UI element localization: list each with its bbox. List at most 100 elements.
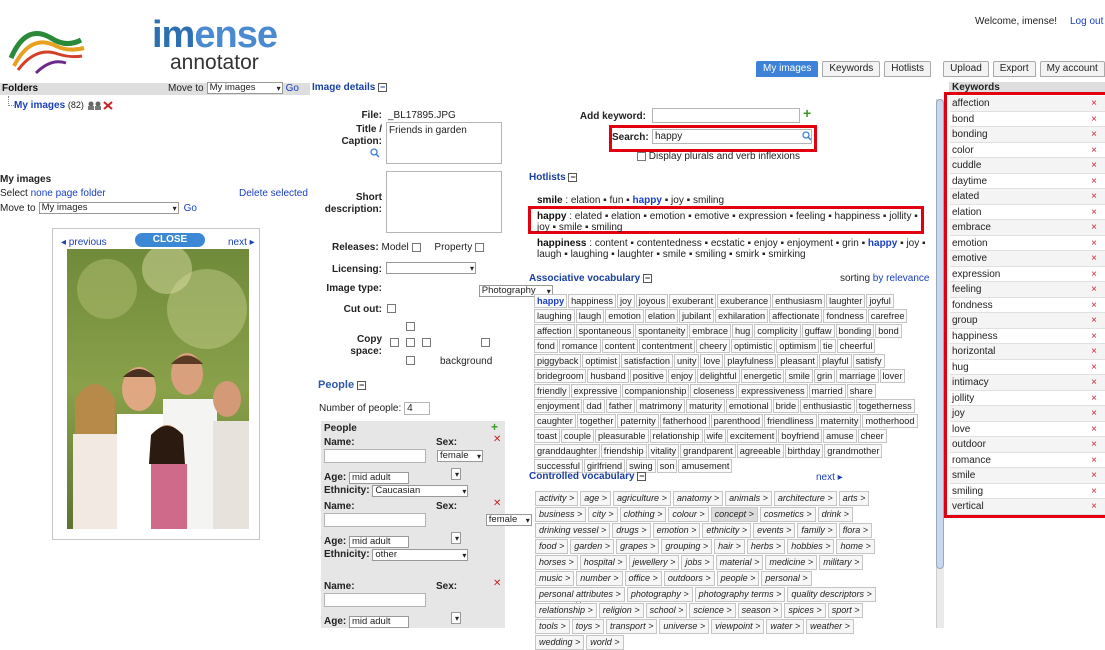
- cv-category-chip[interactable]: toys >: [571, 619, 605, 634]
- cv-category-chip[interactable]: military >: [819, 555, 864, 570]
- cv-category-chip[interactable]: science >: [689, 603, 736, 618]
- images-move-to-select[interactable]: My images ▾: [38, 202, 179, 214]
- cv-category-chip[interactable]: activity >: [535, 491, 579, 506]
- select-none-link[interactable]: none: [31, 188, 53, 199]
- plurals-checkbox[interactable]: [637, 151, 646, 161]
- assoc-word-chip[interactable]: fond: [534, 339, 558, 353]
- licensing-select[interactable]: ▾: [386, 262, 476, 274]
- cv-category-chip[interactable]: age >: [580, 491, 612, 506]
- select-page-link[interactable]: page: [56, 188, 78, 199]
- assoc-word-chip[interactable]: affection: [534, 324, 575, 338]
- tab-hotlists[interactable]: Hotlists: [884, 61, 932, 77]
- person-sex-select[interactable]: female ▾: [437, 450, 483, 462]
- assoc-word-chip[interactable]: bride: [772, 399, 800, 413]
- person-name-field[interactable]: [324, 513, 426, 527]
- assoc-word-chip[interactable]: relationship: [649, 429, 703, 443]
- cv-category-chip[interactable]: viewpoint >: [711, 619, 765, 634]
- add-person-icon[interactable]: +: [491, 420, 498, 434]
- assoc-word-chip[interactable]: optimistic: [730, 339, 776, 353]
- assoc-word-chip[interactable]: guffaw: [801, 324, 835, 338]
- cv-category-chip[interactable]: personal attributes >: [535, 587, 625, 602]
- number-of-people-field[interactable]: 4: [404, 402, 431, 415]
- assoc-word-chip[interactable]: birthday: [784, 444, 824, 458]
- cv-category-chip[interactable]: transport >: [606, 619, 658, 634]
- cv-category-chip[interactable]: drink >: [817, 507, 853, 522]
- assoc-word-chip[interactable]: cheery: [696, 339, 730, 353]
- search-input[interactable]: happy: [652, 129, 812, 144]
- assoc-word-chip[interactable]: contentment: [638, 339, 696, 353]
- assoc-word-chip[interactable]: joyful: [866, 294, 894, 308]
- assoc-word-chip[interactable]: together: [576, 414, 617, 428]
- add-keyword-plus-icon[interactable]: +: [803, 105, 811, 121]
- assoc-word-chip[interactable]: couple: [560, 429, 594, 443]
- cv-category-chip[interactable]: garden >: [570, 539, 615, 554]
- assoc-word-chip[interactable]: friendliness: [764, 414, 817, 428]
- sort-by-relevance-link[interactable]: by relevance: [873, 273, 930, 284]
- cv-category-chip[interactable]: photography >: [626, 587, 693, 602]
- assoc-word-chip[interactable]: spontaneity: [635, 324, 689, 338]
- cv-category-chip[interactable]: school >: [645, 603, 688, 618]
- person-ethnicity-select[interactable]: Caucasian ▾: [372, 485, 469, 497]
- assoc-word-chip[interactable]: emotional: [725, 399, 772, 413]
- assoc-word-chip[interactable]: closeness: [690, 384, 738, 398]
- cv-category-chip[interactable]: wedding >: [535, 635, 585, 650]
- cv-category-chip[interactable]: agriculture >: [613, 491, 671, 506]
- assoc-word-chip[interactable]: expressive: [570, 384, 621, 398]
- assoc-word-chip[interactable]: exuberance: [717, 294, 772, 308]
- assoc-word-chip[interactable]: motherhood: [862, 414, 918, 428]
- cv-category-chip[interactable]: clothing >: [619, 507, 667, 522]
- assoc-word-chip[interactable]: grandmother: [824, 444, 883, 458]
- remove-person-icon[interactable]: ✕: [493, 498, 501, 509]
- cv-category-chip[interactable]: religion >: [598, 603, 644, 618]
- cv-category-chip[interactable]: music >: [535, 571, 575, 586]
- assoc-word-chip[interactable]: cheer: [857, 429, 887, 443]
- assoc-word-chip[interactable]: parenthood: [710, 414, 764, 428]
- cv-category-chip[interactable]: anatomy >: [672, 491, 724, 506]
- assoc-word-chip[interactable]: marriage: [836, 369, 879, 383]
- cv-category-chip[interactable]: people >: [716, 571, 760, 586]
- cv-next-link[interactable]: next ▸: [816, 472, 843, 483]
- cv-category-chip[interactable]: arts >: [838, 491, 870, 506]
- assoc-word-chip[interactable]: maturity: [686, 399, 725, 413]
- assoc-word-chip[interactable]: caughter: [534, 414, 576, 428]
- cv-category-chip[interactable]: home >: [836, 539, 875, 554]
- person-age-select[interactable]: mid adult: [349, 536, 410, 548]
- assoc-word-chip[interactable]: tie: [820, 339, 836, 353]
- assoc-word-chip[interactable]: toast: [534, 429, 560, 443]
- cv-category-chip[interactable]: hobbies >: [787, 539, 835, 554]
- assoc-word-chip[interactable]: embrace: [689, 324, 731, 338]
- assoc-word-chip[interactable]: unity: [674, 354, 700, 368]
- close-button[interactable]: CLOSE: [135, 233, 205, 247]
- cut-out-checkbox[interactable]: [387, 304, 396, 313]
- scrollbar-thumb[interactable]: [936, 99, 944, 569]
- copy-space-top-checkbox[interactable]: [406, 322, 415, 331]
- property-release-checkbox[interactable]: [475, 242, 484, 252]
- assoc-word-chip[interactable]: hug: [731, 324, 754, 338]
- assoc-word-chip[interactable]: satisfy: [852, 354, 885, 368]
- assoc-word-chip[interactable]: fondness: [823, 309, 867, 323]
- person-ethnicity-select[interactable]: other ▾: [372, 549, 469, 561]
- cv-category-chip[interactable]: herbs >: [746, 539, 786, 554]
- cv-category-chip[interactable]: family >: [797, 523, 837, 538]
- assoc-word-chip[interactable]: amusement: [678, 459, 733, 473]
- cv-category-chip[interactable]: material >: [715, 555, 764, 570]
- assoc-word-chip[interactable]: delightful: [696, 369, 740, 383]
- cv-category-chip[interactable]: flora >: [838, 523, 872, 538]
- cv-category-chip[interactable]: jewellery >: [628, 555, 680, 570]
- assoc-word-chip[interactable]: amuse: [823, 429, 857, 443]
- assoc-word-chip[interactable]: romance: [558, 339, 601, 353]
- assoc-word-chip[interactable]: father: [605, 399, 636, 413]
- cv-category-chip[interactable]: animals >: [725, 491, 772, 506]
- assoc-word-chip[interactable]: togetherness: [855, 399, 915, 413]
- assoc-word-chip[interactable]: optimist: [582, 354, 621, 368]
- cv-category-chip[interactable]: weather >: [806, 619, 854, 634]
- cv-category-chip[interactable]: ethnicity >: [702, 523, 752, 538]
- assoc-word-chip[interactable]: joyous: [635, 294, 669, 308]
- assoc-word-chip[interactable]: pleasurable: [595, 429, 649, 443]
- cv-category-chip[interactable]: food >: [535, 539, 569, 554]
- delete-selected-link[interactable]: Delete selected: [239, 188, 308, 199]
- assoc-word-chip[interactable]: friendly: [534, 384, 570, 398]
- assoc-word-chip[interactable]: agreeable: [736, 444, 784, 458]
- collapse-assoc-toggle[interactable]: −: [642, 273, 652, 283]
- assoc-word-chip[interactable]: fatherhood: [659, 414, 710, 428]
